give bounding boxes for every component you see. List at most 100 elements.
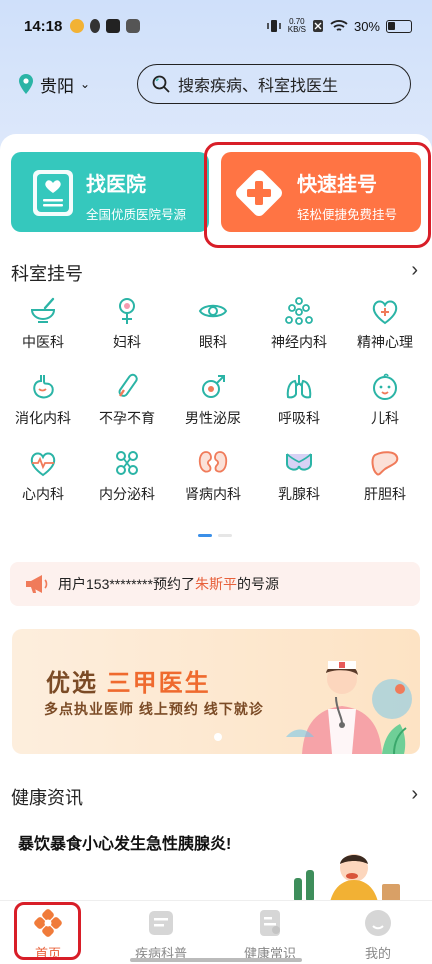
dept-gynecology[interactable]: 妇科 bbox=[84, 296, 170, 352]
departments-more-arrow[interactable]: › bbox=[411, 259, 418, 282]
app-header: 贵阳 ⌄ 搜索疾病、科室找医生 bbox=[0, 62, 432, 106]
promo-banner[interactable]: 优选 三甲医生 多点执业医师 线上预约 线下就诊 bbox=[12, 629, 420, 754]
nav-profile[interactable]: 我的 bbox=[338, 909, 418, 962]
city-name: 贵阳 bbox=[40, 76, 74, 96]
smiley-icon bbox=[365, 910, 391, 936]
dept-cardiology[interactable]: 心内科 bbox=[0, 448, 86, 504]
nav-disease-science[interactable]: 疾病科普 bbox=[121, 909, 201, 962]
stomach-icon bbox=[33, 375, 54, 399]
location-pin-icon bbox=[19, 74, 33, 94]
liver-icon bbox=[371, 451, 399, 476]
dept-nephrology[interactable]: 肾病内科 bbox=[170, 448, 256, 504]
male-icon bbox=[202, 375, 225, 398]
megaphone-icon bbox=[26, 575, 48, 593]
nav-profile-label: 我的 bbox=[364, 946, 391, 961]
dept-neurology[interactable]: 神经内科 bbox=[256, 296, 342, 352]
search-placeholder: 搜索疾病、科室找医生 bbox=[178, 78, 339, 95]
gesture-home-bar[interactable] bbox=[130, 958, 302, 962]
heart-plus-icon bbox=[372, 300, 398, 325]
dept-endocrinology[interactable]: 内分泌科 bbox=[84, 448, 170, 504]
dept-label: 心内科 bbox=[22, 486, 64, 502]
hospital-book-icon bbox=[33, 170, 73, 216]
status-right: 0.70 KB/S 30% bbox=[266, 18, 412, 34]
dept-label: 消化内科 bbox=[15, 410, 71, 426]
chevron-down-icon: ⌄ bbox=[80, 77, 91, 91]
status-bar: 14:18 0.70 KB/S 30% bbox=[0, 0, 432, 52]
dept-breast[interactable]: 乳腺科 bbox=[256, 448, 342, 504]
dept-label: 内分泌科 bbox=[99, 486, 155, 502]
vibrate-icon bbox=[266, 20, 281, 32]
nav-home-highlight bbox=[14, 902, 81, 960]
thermometer-icon bbox=[118, 373, 138, 397]
heartbeat-icon bbox=[30, 452, 56, 477]
kidney-icon bbox=[198, 451, 228, 473]
nurse-illustration bbox=[286, 661, 412, 754]
dept-label: 乳腺科 bbox=[278, 486, 320, 502]
net-speed-unit: KB/S bbox=[287, 25, 306, 34]
find-hospital-tile[interactable]: 找医院 全国优质医院号源 bbox=[11, 152, 209, 232]
dept-chinese-medicine[interactable]: 中医科 bbox=[0, 296, 86, 352]
dept-label: 神经内科 bbox=[271, 334, 327, 350]
mortar-icon bbox=[30, 297, 56, 323]
dept-pediatrics[interactable]: 儿科 bbox=[342, 372, 428, 428]
bulb-icon bbox=[90, 19, 101, 33]
dept-gastroenterology[interactable]: 消化内科 bbox=[0, 372, 86, 428]
search-icon bbox=[152, 75, 170, 93]
eye-icon bbox=[198, 304, 228, 318]
book-icon bbox=[149, 911, 173, 935]
news-more-arrow[interactable]: › bbox=[411, 783, 418, 806]
battery-icon bbox=[386, 19, 412, 33]
battery-percent: 30% bbox=[353, 18, 380, 34]
net-speed: 0.70 KB/S bbox=[288, 18, 306, 34]
tiktok-icon bbox=[106, 19, 121, 33]
status-app-icons bbox=[70, 19, 141, 33]
lungs-icon bbox=[286, 375, 312, 399]
booking-notice: 用户153********预约了 朱斯平 的号源 bbox=[10, 562, 420, 606]
app-grid-icon bbox=[126, 19, 141, 33]
banner-title-part1: 优选 bbox=[46, 670, 98, 697]
dept-respiratory[interactable]: 呼吸科 bbox=[256, 372, 342, 428]
sim-off-icon bbox=[312, 20, 323, 32]
banner-title-part2: 三甲医生 bbox=[106, 670, 211, 697]
overeating-illustration bbox=[294, 854, 400, 902]
pager-dot bbox=[218, 534, 232, 537]
find-hospital-title: 找医院 bbox=[86, 174, 146, 196]
weibo-icon bbox=[70, 19, 85, 33]
neuron-icon bbox=[285, 297, 313, 325]
dept-label: 肝胆科 bbox=[364, 486, 406, 502]
bra-icon bbox=[286, 453, 312, 471]
dept-label: 男性泌尿 bbox=[185, 410, 241, 426]
city-selector[interactable]: 贵阳 ⌄ bbox=[18, 72, 90, 97]
female-icon bbox=[119, 298, 135, 324]
dept-psychology[interactable]: 精神心理 bbox=[342, 296, 428, 352]
banner-subtitle: 多点执业医师 线上预约 线下就诊 bbox=[44, 701, 264, 717]
dept-label: 不孕不育 bbox=[99, 410, 155, 426]
departments-title: 科室挂号 bbox=[11, 264, 83, 284]
dept-label: 呼吸科 bbox=[278, 410, 320, 426]
status-time: 14:18 bbox=[24, 17, 63, 35]
banner-title: 优选 三甲医生 bbox=[46, 663, 211, 698]
news-headline[interactable]: 暴饮暴食小心发生急性胰腺炎! bbox=[18, 830, 231, 854]
wifi-icon bbox=[330, 20, 348, 31]
molecule-icon bbox=[116, 451, 138, 475]
document-icon bbox=[260, 910, 280, 936]
quick-register-highlight bbox=[204, 142, 431, 248]
search-input[interactable]: 搜索疾病、科室找医生 bbox=[137, 64, 411, 104]
dept-label: 中医科 bbox=[22, 334, 64, 350]
dept-infertility[interactable]: 不孕不育 bbox=[84, 372, 170, 428]
dept-label: 儿科 bbox=[371, 410, 399, 426]
dept-label: 肾病内科 bbox=[185, 486, 241, 502]
notice-doctor[interactable]: 朱斯平 bbox=[195, 574, 237, 594]
dept-ophthalmology[interactable]: 眼科 bbox=[170, 296, 256, 352]
notice-suffix: 的号源 bbox=[236, 576, 279, 592]
dept-label: 妇科 bbox=[113, 334, 141, 350]
baby-face-icon bbox=[373, 373, 397, 400]
news-section-title: 健康资讯 bbox=[11, 788, 83, 808]
dept-hepatobiliary[interactable]: 肝胆科 bbox=[342, 448, 428, 504]
banner-page-dot bbox=[214, 733, 222, 741]
dept-label: 精神心理 bbox=[357, 334, 413, 350]
dept-label: 眼科 bbox=[199, 334, 227, 350]
dept-male-urology[interactable]: 男性泌尿 bbox=[170, 372, 256, 428]
department-pager bbox=[198, 534, 232, 537]
nav-health-knowledge[interactable]: 健康常识 bbox=[230, 909, 310, 962]
